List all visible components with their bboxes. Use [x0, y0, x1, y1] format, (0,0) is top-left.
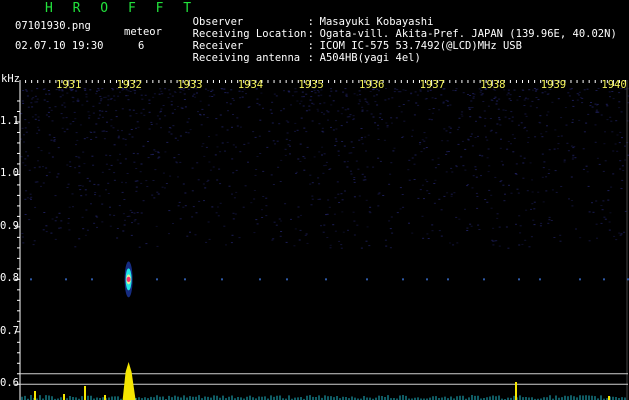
y-tick-label: 0.6: [0, 377, 19, 390]
profile-spike: [515, 382, 517, 400]
y-tick-label: 1.0: [0, 167, 19, 180]
carrier-dot: [366, 278, 368, 281]
y-tick-label: 1.1: [0, 114, 19, 127]
x-tick-label: 1932: [116, 79, 142, 91]
carrier-dot: [91, 278, 93, 281]
y-tick-label: 0.8: [0, 272, 19, 285]
carrier-dot: [286, 278, 288, 281]
x-tick-label: 1935: [298, 79, 324, 91]
profile-spike: [34, 391, 36, 400]
x-tick-label: 1937: [419, 79, 445, 91]
carrier-dot: [426, 278, 428, 281]
carrier-dot: [518, 278, 520, 281]
carrier-dot: [65, 278, 67, 281]
x-tick-label: 1934: [237, 79, 264, 91]
carrier-dot: [156, 278, 158, 281]
carrier-dot: [221, 278, 223, 281]
y-tick-label: 0.9: [0, 219, 19, 232]
profile-spike: [608, 396, 610, 400]
x-tick-label: 1938: [480, 79, 506, 91]
profile-spike: [104, 395, 106, 400]
carrier-dot: [325, 278, 327, 281]
carrier-dot: [603, 278, 605, 281]
carrier-dot: [539, 278, 541, 281]
y-tick-label: 0.7: [0, 324, 19, 337]
carrier-dot: [402, 278, 404, 281]
profile-spike: [84, 386, 86, 400]
x-tick-label: 1939: [540, 79, 567, 91]
carrier-dot: [259, 278, 261, 281]
carrier-dot: [483, 278, 485, 281]
x-tick-label: 1936: [359, 79, 385, 91]
profile-spike: [63, 394, 65, 400]
spectrogram-plot: [15, 80, 629, 400]
carrier-dot: [184, 278, 186, 281]
carrier-dot: [579, 278, 581, 281]
x-tick-label: 1940: [601, 79, 627, 91]
profile-peak: [122, 362, 136, 400]
x-tick-label: 1933: [177, 79, 203, 91]
meteor-echo-core: [126, 276, 131, 282]
noise-field: [20, 88, 629, 249]
carrier-dot: [447, 278, 449, 281]
x-tick-label: 1931: [56, 79, 82, 91]
carrier-dot: [30, 278, 32, 281]
